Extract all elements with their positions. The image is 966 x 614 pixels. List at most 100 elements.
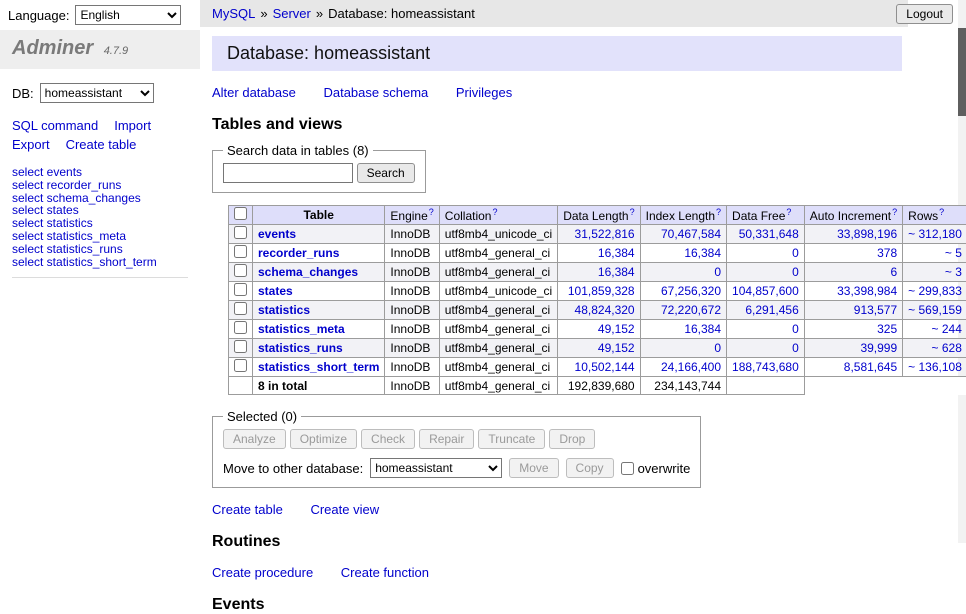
- app-name-link[interactable]: Adminer: [12, 37, 93, 59]
- alter-database-link[interactable]: Alter database: [212, 85, 296, 100]
- table-name-link[interactable]: statistics_short_term: [258, 360, 379, 374]
- auto-increment-link[interactable]: 8,581,645: [844, 360, 897, 374]
- row-checkbox[interactable]: [234, 340, 247, 353]
- rows-count-link[interactable]: ~ 628: [932, 341, 962, 355]
- row-checkbox[interactable]: [234, 245, 247, 258]
- analyze-button[interactable]: Analyze: [223, 429, 286, 449]
- search-button[interactable]: Search: [357, 163, 415, 183]
- column-header-rows[interactable]: Rows?: [903, 206, 966, 225]
- auto-increment-link[interactable]: 378: [877, 246, 897, 260]
- rows-count-link[interactable]: ~ 3: [945, 265, 962, 279]
- create-function-link[interactable]: Create function: [341, 565, 429, 580]
- sidebar-link-sql-command[interactable]: SQL command: [12, 118, 98, 133]
- table-name-link[interactable]: recorder_runs: [258, 246, 339, 260]
- help-icon[interactable]: ?: [716, 207, 721, 217]
- optimize-button[interactable]: Optimize: [290, 429, 357, 449]
- sidebar-table-link[interactable]: select events: [12, 166, 188, 179]
- sidebar-table-link[interactable]: select statistics_runs: [12, 243, 188, 256]
- column-header-engine[interactable]: Engine?: [385, 206, 439, 225]
- index-length-link[interactable]: 16,384: [684, 322, 721, 336]
- breadcrumb-server-link[interactable]: Server: [273, 6, 311, 21]
- column-header-auto-increment[interactable]: Auto Increment?: [804, 206, 902, 225]
- auto-increment-link[interactable]: 325: [877, 322, 897, 336]
- copy-button[interactable]: Copy: [566, 458, 614, 478]
- help-icon[interactable]: ?: [492, 207, 497, 217]
- help-icon[interactable]: ?: [939, 207, 944, 217]
- check-button[interactable]: Check: [361, 429, 415, 449]
- table-name-link[interactable]: events: [258, 227, 296, 241]
- database-schema-link[interactable]: Database schema: [323, 85, 428, 100]
- data-length-link[interactable]: 49,152: [598, 322, 635, 336]
- table-name-link[interactable]: statistics: [258, 303, 310, 317]
- row-checkbox[interactable]: [234, 359, 247, 372]
- data-free-link[interactable]: 104,857,600: [732, 284, 799, 298]
- data-free-link[interactable]: 0: [792, 322, 799, 336]
- auto-increment-link[interactable]: 39,999: [860, 341, 897, 355]
- language-select[interactable]: English: [75, 5, 181, 25]
- sidebar-table-link[interactable]: select statistics_short_term: [12, 256, 188, 269]
- row-checkbox[interactable]: [234, 283, 247, 296]
- sidebar-link-create-table[interactable]: Create table: [66, 137, 137, 152]
- data-length-link[interactable]: 31,522,816: [575, 227, 635, 241]
- overwrite-checkbox[interactable]: [621, 462, 634, 475]
- sidebar-link-import[interactable]: Import: [114, 118, 151, 133]
- drop-button[interactable]: Drop: [549, 429, 595, 449]
- privileges-link[interactable]: Privileges: [456, 85, 512, 100]
- data-length-link[interactable]: 49,152: [598, 341, 635, 355]
- rows-count-link[interactable]: ~ 299,833: [908, 284, 962, 298]
- auto-increment-link[interactable]: 33,898,196: [837, 227, 897, 241]
- index-length-link[interactable]: 16,384: [684, 246, 721, 260]
- rows-count-link[interactable]: ~ 569,159: [908, 303, 962, 317]
- help-icon[interactable]: ?: [786, 207, 791, 217]
- data-length-link[interactable]: 48,824,320: [575, 303, 635, 317]
- index-length-link[interactable]: 24,166,400: [661, 360, 721, 374]
- column-header-index-length[interactable]: Index Length?: [640, 206, 726, 225]
- rows-count-link[interactable]: ~ 244: [932, 322, 962, 336]
- rows-count-link[interactable]: ~ 5: [945, 246, 962, 260]
- search-input[interactable]: [223, 163, 353, 183]
- data-length-link[interactable]: 10,502,144: [575, 360, 635, 374]
- index-length-link[interactable]: 0: [714, 341, 721, 355]
- column-header-collation[interactable]: Collation?: [439, 206, 557, 225]
- rows-count-link[interactable]: ~ 312,180: [908, 227, 962, 241]
- data-free-link[interactable]: 0: [792, 265, 799, 279]
- index-length-link[interactable]: 72,220,672: [661, 303, 721, 317]
- move-db-select[interactable]: homeassistant: [370, 458, 502, 478]
- table-name-link[interactable]: statistics_meta: [258, 322, 345, 336]
- help-icon[interactable]: ?: [429, 207, 434, 217]
- data-length-link[interactable]: 16,384: [598, 246, 635, 260]
- row-checkbox[interactable]: [234, 321, 247, 334]
- logout-button[interactable]: Logout: [896, 4, 953, 24]
- auto-increment-link[interactable]: 33,398,984: [837, 284, 897, 298]
- index-length-link[interactable]: 70,467,584: [661, 227, 721, 241]
- row-checkbox[interactable]: [234, 226, 247, 239]
- create-view-link[interactable]: Create view: [310, 502, 379, 517]
- breadcrumb-mysql-link[interactable]: MySQL: [212, 6, 255, 21]
- create-table-link[interactable]: Create table: [212, 502, 283, 517]
- data-free-link[interactable]: 50,331,648: [739, 227, 799, 241]
- sidebar-table-link[interactable]: select recorder_runs: [12, 179, 188, 192]
- table-name-link[interactable]: statistics_runs: [258, 341, 343, 355]
- column-header-table[interactable]: Table: [253, 206, 385, 225]
- data-free-link[interactable]: 188,743,680: [732, 360, 799, 374]
- data-free-link[interactable]: 6,291,456: [745, 303, 798, 317]
- help-icon[interactable]: ?: [630, 207, 635, 217]
- rows-count-link[interactable]: ~ 136,108: [908, 360, 962, 374]
- data-free-link[interactable]: 0: [792, 246, 799, 260]
- table-name-link[interactable]: states: [258, 284, 293, 298]
- help-icon[interactable]: ?: [892, 207, 897, 217]
- row-checkbox[interactable]: [234, 264, 247, 277]
- truncate-button[interactable]: Truncate: [478, 429, 545, 449]
- move-button[interactable]: Move: [509, 458, 558, 478]
- auto-increment-link[interactable]: 6: [890, 265, 897, 279]
- data-length-link[interactable]: 16,384: [598, 265, 635, 279]
- table-name-link[interactable]: schema_changes: [258, 265, 358, 279]
- data-free-link[interactable]: 0: [792, 341, 799, 355]
- index-length-link[interactable]: 67,256,320: [661, 284, 721, 298]
- repair-button[interactable]: Repair: [419, 429, 474, 449]
- db-select[interactable]: homeassistant: [40, 83, 154, 103]
- index-length-link[interactable]: 0: [714, 265, 721, 279]
- create-procedure-link[interactable]: Create procedure: [212, 565, 313, 580]
- sidebar-link-export[interactable]: Export: [12, 137, 50, 152]
- row-checkbox[interactable]: [234, 302, 247, 315]
